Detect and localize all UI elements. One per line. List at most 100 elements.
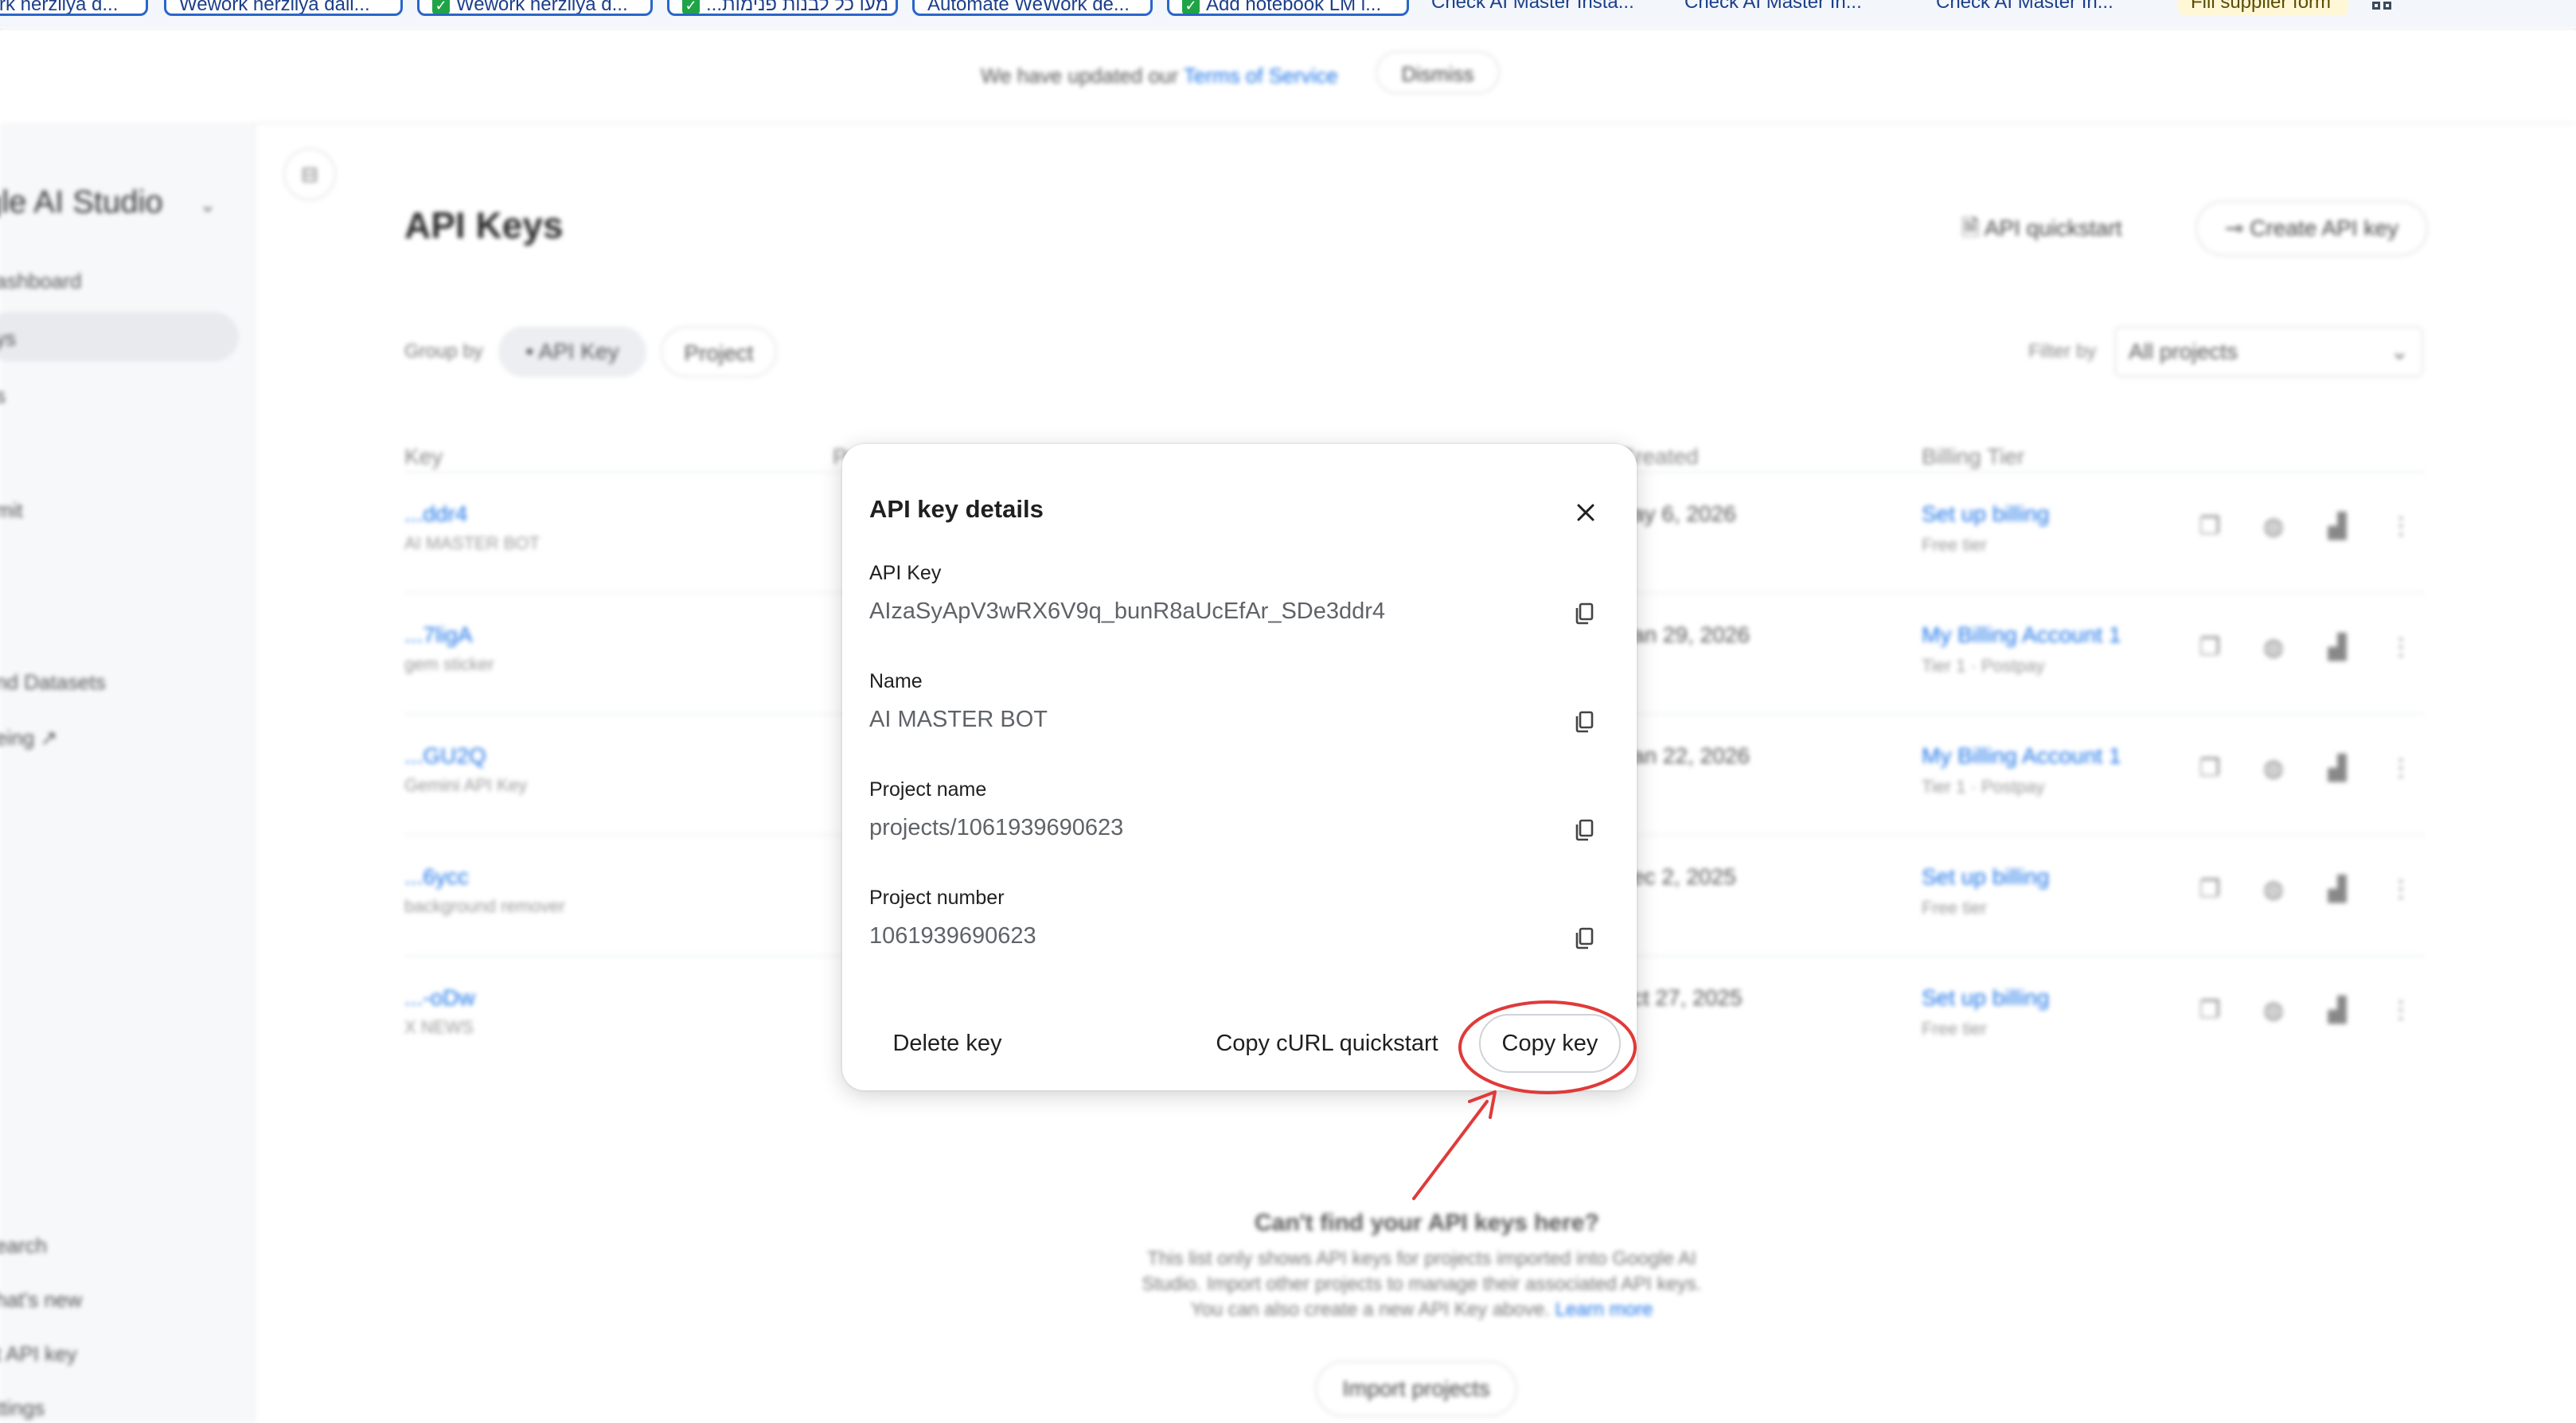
bookmark-item[interactable]: ...מעו כל לבנות פנימות — [667, 0, 898, 16]
copy-key-button[interactable]: Copy key — [1479, 1014, 1621, 1073]
table-row-created: ay 6, 2026 — [1632, 501, 1736, 526]
more-vert-icon[interactable]: ⋮ — [2387, 634, 2415, 661]
sidebar-item-get-api-key[interactable]: t API key — [0, 1342, 77, 1366]
key-icon: ⊸ — [2224, 216, 2244, 240]
learn-more-link[interactable]: Learn more — [1555, 1299, 1653, 1320]
sidebar-active-highlight — [0, 312, 239, 361]
api-quickstart-link[interactable]: 🗎 API quickstart — [1961, 212, 2121, 250]
copy-icon[interactable]: ❐ — [2195, 754, 2224, 782]
bar-chart-icon[interactable]: ▟ — [2323, 634, 2352, 661]
table-row-key[interactable]: ...-oDw — [404, 985, 475, 1011]
table-row-created: an 22, 2026 — [1632, 743, 1750, 768]
name-label: Name — [869, 670, 923, 692]
table-row-name: background remover — [404, 896, 565, 916]
project-filter-select[interactable]: All projects ⌄ — [2114, 326, 2423, 377]
table-row-billing[interactable]: Set up billing — [1922, 501, 2049, 527]
bar-chart-icon[interactable]: ▟ — [2323, 513, 2352, 540]
apps-grid-icon[interactable] — [2372, 2, 2395, 14]
table-row-name: Gemini API Key — [404, 775, 528, 795]
bookmark-item[interactable]: Automate WeWork de... — [912, 0, 1153, 16]
terms-banner-text: We have updated our Terms of Service — [981, 64, 1338, 88]
table-row-key[interactable]: ...GU2Q — [404, 743, 486, 769]
collapse-sidebar-icon[interactable]: ⊟ — [283, 148, 336, 201]
dismiss-button[interactable]: Dismiss — [1376, 51, 1500, 94]
copy-icon[interactable]: ❐ — [2195, 513, 2224, 540]
sidebar-item[interactable]: eing ↗ — [0, 726, 57, 750]
sidebar-item[interactable]: s — [0, 384, 6, 408]
bar-chart-icon[interactable]: ▟ — [2323, 754, 2352, 782]
create-api-key-button[interactable]: ⊸ Create API key — [2195, 201, 2428, 256]
group-by-label: Group by — [404, 341, 483, 362]
table-row-tier: Tier 1 · Postpay — [1922, 777, 2045, 797]
app-title: gle AI Studio — [0, 185, 163, 220]
more-vert-icon[interactable]: ⋮ — [2387, 513, 2415, 540]
bookmark-item[interactable]: Add notebook LM l... — [1167, 0, 1409, 16]
copy-icon[interactable] — [1563, 699, 1608, 743]
sidebar-item-datasets[interactable]: nd Datasets — [0, 670, 106, 695]
api-key-details-dialog: API key details API Key AIzaSyApV3wRX6V9… — [842, 444, 1637, 1090]
copy-icon[interactable] — [1563, 915, 1608, 960]
globe-icon[interactable]: ◍ — [2259, 875, 2288, 903]
bookmark-item[interactable]: Wework herzliya d... — [417, 0, 653, 16]
globe-icon[interactable]: ◍ — [2259, 634, 2288, 661]
table-row-created: ct 27, 2025 — [1632, 985, 1743, 1010]
api-key-value: AIzaSyApV3wRX6V9q_bunR8aUcEfAr_SDe3ddr4 — [869, 598, 1386, 624]
more-vert-icon[interactable]: ⋮ — [2387, 754, 2415, 782]
bookmark-item[interactable]: Wework herzliya dail... — [164, 0, 403, 16]
copy-icon[interactable]: ❐ — [2195, 996, 2224, 1024]
bookmark-item[interactable]: Check AI Master Insta... — [1425, 0, 1656, 16]
sidebar-item-dashboard[interactable]: ashboard — [0, 269, 81, 294]
sidebar-item-api-keys[interactable]: ys — [0, 326, 16, 351]
table-row-tier: Free tier — [1922, 535, 1987, 555]
copy-icon[interactable] — [1563, 591, 1608, 635]
copy-icon[interactable]: ❐ — [2195, 875, 2224, 903]
sidebar-item[interactable]: mit — [0, 498, 23, 523]
table-row-name: X NEWS — [404, 1017, 474, 1037]
bar-chart-icon[interactable]: ▟ — [2323, 875, 2352, 903]
table-row-billing[interactable]: Set up billing — [1922, 985, 2049, 1011]
document-icon: 🗎 — [1961, 216, 1980, 240]
copy-icon[interactable] — [1563, 807, 1608, 852]
sidebar-item-settings[interactable]: ttings — [0, 1396, 45, 1421]
delete-key-button[interactable]: Delete key — [869, 1014, 1025, 1073]
bookmarks-bar: rk herzliya d... Wework herzliya dail...… — [0, 0, 2576, 30]
globe-icon[interactable]: ◍ — [2259, 996, 2288, 1024]
bookmark-item[interactable]: Fill supplier form — [2178, 0, 2348, 16]
import-projects-button[interactable]: Import projects — [1315, 1361, 1517, 1417]
table-row-billing[interactable]: My Billing Account 1 — [1922, 622, 2121, 648]
project-number-value: 1061939690623 — [869, 923, 1036, 949]
chevron-down-icon[interactable]: ⌄ — [199, 193, 217, 217]
page-title: API Keys — [404, 205, 564, 246]
empty-state-text: Studio. Import other projects to manage … — [1142, 1273, 1702, 1295]
column-header-key: Key — [404, 444, 443, 469]
table-row-billing[interactable]: Set up billing — [1922, 864, 2049, 890]
table-row-created: ec 2, 2025 — [1632, 864, 1736, 889]
api-key-label: API Key — [869, 562, 942, 584]
empty-state-title: Can't find your API keys here? — [1255, 1210, 1599, 1236]
copy-icon[interactable]: ❐ — [2195, 634, 2224, 661]
table-row-key[interactable]: ...7ligA — [404, 622, 473, 648]
bookmark-item[interactable]: rk herzliya d... — [0, 0, 148, 16]
project-name-value: projects/1061939690623 — [869, 815, 1124, 840]
group-by-api-key-chip[interactable]: • API Key — [498, 326, 646, 377]
sidebar-item-whats-new[interactable]: hat's new — [0, 1288, 82, 1312]
bookmark-item[interactable]: Check AI Master In... — [1930, 0, 2160, 16]
globe-icon[interactable]: ◍ — [2259, 754, 2288, 782]
more-vert-icon[interactable]: ⋮ — [2387, 996, 2415, 1024]
terms-link[interactable]: Terms of Service — [1184, 64, 1338, 88]
table-row-key[interactable]: ...ddr4 — [404, 501, 467, 527]
external-link-icon: ↗ — [40, 726, 58, 750]
close-icon[interactable] — [1563, 490, 1608, 535]
project-number-label: Project number — [869, 887, 1005, 909]
copy-curl-quickstart-button[interactable]: Copy cURL quickstart — [1196, 1014, 1458, 1073]
empty-state-text: This list only shows API keys for projec… — [1147, 1248, 1696, 1269]
more-vert-icon[interactable]: ⋮ — [2387, 875, 2415, 903]
table-row-billing[interactable]: My Billing Account 1 — [1922, 743, 2121, 769]
dialog-title: API key details — [869, 495, 1044, 523]
sidebar-item-search[interactable]: earch — [0, 1234, 47, 1258]
table-row-key[interactable]: ...6ycc — [404, 864, 469, 890]
globe-icon[interactable]: ◍ — [2259, 513, 2288, 540]
bar-chart-icon[interactable]: ▟ — [2323, 996, 2352, 1024]
bookmark-item[interactable]: Check AI Master In... — [1678, 0, 1909, 16]
group-by-project-chip[interactable]: Project — [661, 326, 777, 377]
